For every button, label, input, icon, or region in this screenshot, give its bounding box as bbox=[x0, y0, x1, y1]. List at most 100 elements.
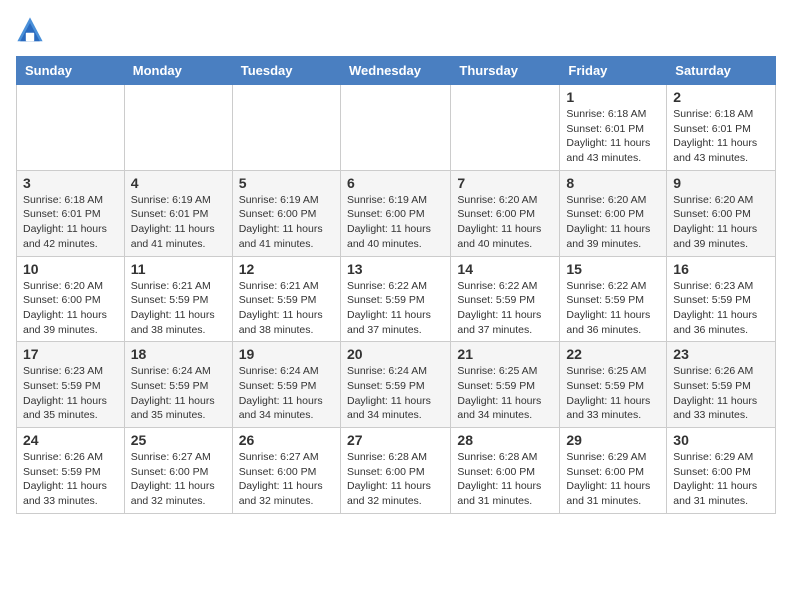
day-number: 18 bbox=[131, 346, 226, 362]
calendar-cell: 25 Sunrise: 6:27 AM Sunset: 6:00 PM Dayli… bbox=[124, 428, 232, 514]
calendar-cell: 11Sunrise: 6:21 AM Sunset: 5:59 PM Dayli… bbox=[124, 256, 232, 342]
weekday-header-cell: Wednesday bbox=[340, 57, 450, 85]
calendar-week-row: 17 Sunrise: 6:23 AM Sunset: 5:59 PM Dayli… bbox=[17, 342, 776, 428]
calendar-cell bbox=[17, 85, 125, 171]
day-info: Sunrise: 6:24 AM Sunset: 5:59 PM Dayligh… bbox=[239, 364, 334, 423]
day-info: Sunrise: 6:27 AM Sunset: 6:00 PM Dayligh… bbox=[239, 450, 334, 509]
day-info: Sunrise: 6:22 AM Sunset: 5:59 PM Dayligh… bbox=[566, 279, 660, 338]
day-info: Sunrise: 6:20 AM Sunset: 6:00 PM Dayligh… bbox=[457, 193, 553, 252]
calendar-cell: 22 Sunrise: 6:25 AM Sunset: 5:59 PM Dayli… bbox=[560, 342, 667, 428]
day-info: Sunrise: 6:20 AM Sunset: 6:00 PM Dayligh… bbox=[23, 279, 118, 338]
calendar-table: SundayMondayTuesdayWednesdayThursdayFrid… bbox=[16, 56, 776, 514]
day-info: Sunrise: 6:19 AM Sunset: 6:00 PM Dayligh… bbox=[347, 193, 444, 252]
calendar-cell: 23Sunrise: 6:26 AM Sunset: 5:59 PM Dayli… bbox=[667, 342, 776, 428]
calendar-body: 1 Sunrise: 6:18 AM Sunset: 6:01 PM Daylig… bbox=[17, 85, 776, 514]
day-number: 30 bbox=[673, 432, 769, 448]
day-number: 1 bbox=[566, 89, 660, 105]
calendar-cell: 1 Sunrise: 6:18 AM Sunset: 6:01 PM Daylig… bbox=[560, 85, 667, 171]
day-info: Sunrise: 6:19 AM Sunset: 6:01 PM Dayligh… bbox=[131, 193, 226, 252]
day-number: 3 bbox=[23, 175, 118, 191]
logo bbox=[16, 16, 48, 44]
day-number: 8 bbox=[566, 175, 660, 191]
calendar-cell: 7 Sunrise: 6:20 AM Sunset: 6:00 PM Daylig… bbox=[451, 170, 560, 256]
day-info: Sunrise: 6:26 AM Sunset: 5:59 PM Dayligh… bbox=[23, 450, 118, 509]
weekday-header-cell: Tuesday bbox=[232, 57, 340, 85]
calendar-cell bbox=[124, 85, 232, 171]
calendar-cell: 5 Sunrise: 6:19 AM Sunset: 6:00 PM Daylig… bbox=[232, 170, 340, 256]
day-number: 28 bbox=[457, 432, 553, 448]
day-number: 17 bbox=[23, 346, 118, 362]
day-number: 5 bbox=[239, 175, 334, 191]
page-header bbox=[16, 16, 776, 44]
calendar-cell: 21 Sunrise: 6:25 AM Sunset: 5:59 PM Dayli… bbox=[451, 342, 560, 428]
day-info: Sunrise: 6:25 AM Sunset: 5:59 PM Dayligh… bbox=[457, 364, 553, 423]
day-info: Sunrise: 6:21 AM Sunset: 5:59 PM Dayligh… bbox=[239, 279, 334, 338]
calendar-cell: 18Sunrise: 6:24 AM Sunset: 5:59 PM Dayli… bbox=[124, 342, 232, 428]
day-info: Sunrise: 6:22 AM Sunset: 5:59 PM Dayligh… bbox=[347, 279, 444, 338]
day-info: Sunrise: 6:24 AM Sunset: 5:59 PM Dayligh… bbox=[347, 364, 444, 423]
calendar-cell bbox=[232, 85, 340, 171]
day-info: Sunrise: 6:28 AM Sunset: 6:00 PM Dayligh… bbox=[457, 450, 553, 509]
day-number: 12 bbox=[239, 261, 334, 277]
day-info: Sunrise: 6:18 AM Sunset: 6:01 PM Dayligh… bbox=[23, 193, 118, 252]
day-number: 11 bbox=[131, 261, 226, 277]
day-info: Sunrise: 6:23 AM Sunset: 5:59 PM Dayligh… bbox=[673, 279, 769, 338]
day-info: Sunrise: 6:18 AM Sunset: 6:01 PM Dayligh… bbox=[566, 107, 660, 166]
day-number: 16 bbox=[673, 261, 769, 277]
calendar-cell: 6 Sunrise: 6:19 AM Sunset: 6:00 PM Daylig… bbox=[340, 170, 450, 256]
calendar-cell: 14 Sunrise: 6:22 AM Sunset: 5:59 PM Dayli… bbox=[451, 256, 560, 342]
day-number: 23 bbox=[673, 346, 769, 362]
day-info: Sunrise: 6:20 AM Sunset: 6:00 PM Dayligh… bbox=[673, 193, 769, 252]
day-number: 22 bbox=[566, 346, 660, 362]
calendar-cell: 20 Sunrise: 6:24 AM Sunset: 5:59 PM Dayli… bbox=[340, 342, 450, 428]
day-number: 27 bbox=[347, 432, 444, 448]
day-number: 21 bbox=[457, 346, 553, 362]
day-info: Sunrise: 6:27 AM Sunset: 6:00 PM Dayligh… bbox=[131, 450, 226, 509]
day-number: 29 bbox=[566, 432, 660, 448]
calendar-cell: 13 Sunrise: 6:22 AM Sunset: 5:59 PM Dayli… bbox=[340, 256, 450, 342]
calendar-cell: 28 Sunrise: 6:28 AM Sunset: 6:00 PM Dayli… bbox=[451, 428, 560, 514]
calendar-week-row: 10 Sunrise: 6:20 AM Sunset: 6:00 PM Dayli… bbox=[17, 256, 776, 342]
calendar-cell: 4 Sunrise: 6:19 AM Sunset: 6:01 PM Daylig… bbox=[124, 170, 232, 256]
day-number: 19 bbox=[239, 346, 334, 362]
day-info: Sunrise: 6:23 AM Sunset: 5:59 PM Dayligh… bbox=[23, 364, 118, 423]
day-number: 9 bbox=[673, 175, 769, 191]
day-info: Sunrise: 6:19 AM Sunset: 6:00 PM Dayligh… bbox=[239, 193, 334, 252]
calendar-cell: 2 Sunrise: 6:18 AM Sunset: 6:01 PM Daylig… bbox=[667, 85, 776, 171]
calendar-week-row: 1 Sunrise: 6:18 AM Sunset: 6:01 PM Daylig… bbox=[17, 85, 776, 171]
day-number: 4 bbox=[131, 175, 226, 191]
calendar-week-row: 24 Sunrise: 6:26 AM Sunset: 5:59 PM Dayli… bbox=[17, 428, 776, 514]
calendar-cell: 8 Sunrise: 6:20 AM Sunset: 6:00 PM Daylig… bbox=[560, 170, 667, 256]
weekday-header-cell: Monday bbox=[124, 57, 232, 85]
weekday-header-cell: Saturday bbox=[667, 57, 776, 85]
logo-icon bbox=[16, 16, 44, 44]
day-info: Sunrise: 6:25 AM Sunset: 5:59 PM Dayligh… bbox=[566, 364, 660, 423]
calendar-cell: 3 Sunrise: 6:18 AM Sunset: 6:01 PM Daylig… bbox=[17, 170, 125, 256]
calendar-cell: 9 Sunrise: 6:20 AM Sunset: 6:00 PM Daylig… bbox=[667, 170, 776, 256]
day-number: 25 bbox=[131, 432, 226, 448]
day-number: 7 bbox=[457, 175, 553, 191]
day-info: Sunrise: 6:18 AM Sunset: 6:01 PM Dayligh… bbox=[673, 107, 769, 166]
day-info: Sunrise: 6:29 AM Sunset: 6:00 PM Dayligh… bbox=[673, 450, 769, 509]
calendar-cell: 16 Sunrise: 6:23 AM Sunset: 5:59 PM Dayli… bbox=[667, 256, 776, 342]
weekday-header-cell: Sunday bbox=[17, 57, 125, 85]
day-number: 6 bbox=[347, 175, 444, 191]
day-number: 2 bbox=[673, 89, 769, 105]
day-number: 10 bbox=[23, 261, 118, 277]
day-info: Sunrise: 6:22 AM Sunset: 5:59 PM Dayligh… bbox=[457, 279, 553, 338]
day-info: Sunrise: 6:20 AM Sunset: 6:00 PM Dayligh… bbox=[566, 193, 660, 252]
calendar-cell: 15Sunrise: 6:22 AM Sunset: 5:59 PM Dayli… bbox=[560, 256, 667, 342]
day-number: 20 bbox=[347, 346, 444, 362]
calendar-cell bbox=[451, 85, 560, 171]
calendar-cell: 30 Sunrise: 6:29 AM Sunset: 6:00 PM Dayli… bbox=[667, 428, 776, 514]
calendar-cell: 29 Sunrise: 6:29 AM Sunset: 6:00 PM Dayli… bbox=[560, 428, 667, 514]
calendar-cell: 10 Sunrise: 6:20 AM Sunset: 6:00 PM Dayli… bbox=[17, 256, 125, 342]
day-number: 24 bbox=[23, 432, 118, 448]
calendar-cell: 26Sunrise: 6:27 AM Sunset: 6:00 PM Dayli… bbox=[232, 428, 340, 514]
day-info: Sunrise: 6:29 AM Sunset: 6:00 PM Dayligh… bbox=[566, 450, 660, 509]
calendar-cell: 24 Sunrise: 6:26 AM Sunset: 5:59 PM Dayli… bbox=[17, 428, 125, 514]
weekday-header-cell: Friday bbox=[560, 57, 667, 85]
day-number: 14 bbox=[457, 261, 553, 277]
day-number: 13 bbox=[347, 261, 444, 277]
calendar-week-row: 3 Sunrise: 6:18 AM Sunset: 6:01 PM Daylig… bbox=[17, 170, 776, 256]
